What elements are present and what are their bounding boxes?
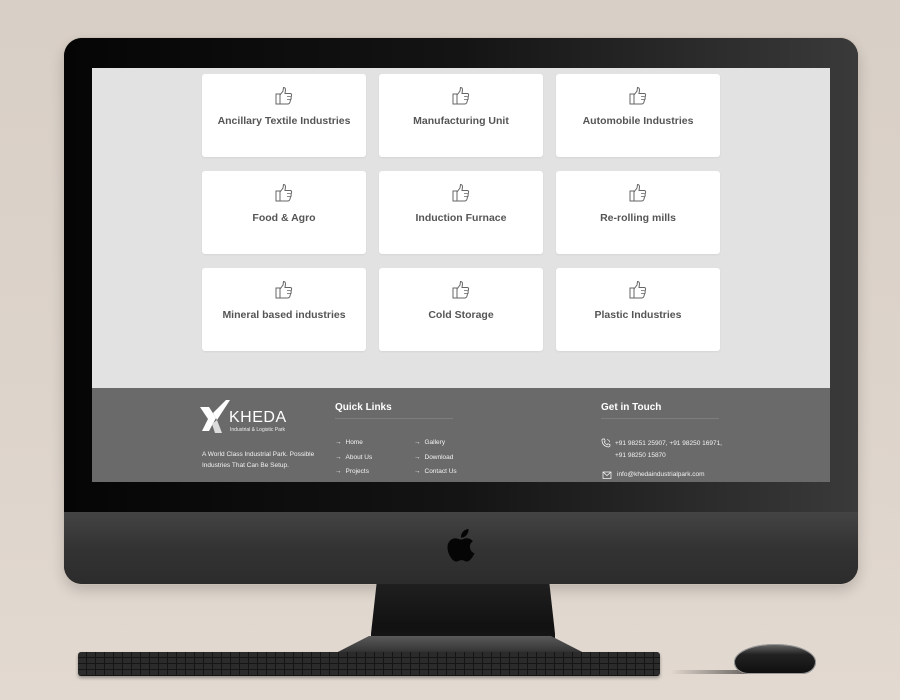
- get-in-touch-divider: [601, 418, 719, 419]
- get-in-touch-title: Get in Touch: [601, 402, 662, 413]
- thumbs-up-icon: [628, 86, 648, 106]
- industry-card[interactable]: Ancillary Textile Industries: [202, 74, 366, 157]
- thumbs-up-icon: [451, 280, 471, 300]
- email-icon: [602, 471, 612, 479]
- site-footer: KHEDA Industrial & Logistic Park A World…: [92, 388, 830, 482]
- imac-monitor: Ancillary Textile Industries Manufacturin…: [64, 38, 858, 584]
- quick-links-title: Quick Links: [335, 402, 392, 413]
- footer-link-about-us[interactable]: → About Us: [335, 454, 372, 461]
- industry-label: Mineral based industries: [222, 309, 346, 321]
- footer-link-home[interactable]: → Home: [335, 439, 363, 446]
- industry-label: Re-rolling mills: [600, 212, 676, 224]
- industry-label: Cold Storage: [428, 309, 494, 321]
- logo-name: KHEDA: [229, 409, 287, 426]
- kheda-logo[interactable]: KHEDA Industrial & Logistic Park: [200, 400, 295, 436]
- apple-logo-icon: [447, 529, 475, 562]
- arrow-right-icon: →: [335, 439, 342, 446]
- arrow-right-icon: →: [335, 454, 342, 461]
- footer-link-projects[interactable]: → Projects: [335, 468, 369, 475]
- thumbs-up-icon: [628, 183, 648, 203]
- industry-card[interactable]: Induction Furnace: [379, 171, 543, 254]
- industry-card[interactable]: Cold Storage: [379, 268, 543, 351]
- industry-card[interactable]: Automobile Industries: [556, 74, 720, 157]
- keyboard: [78, 652, 660, 676]
- industry-label: Automobile Industries: [582, 115, 694, 127]
- footer-link-contact-us[interactable]: → Contact Us: [414, 468, 457, 475]
- contact-email[interactable]: info@khedaindustrialpark.com: [617, 469, 705, 481]
- industries-grid: Ancillary Textile Industries Manufacturin…: [202, 74, 720, 351]
- footer-link-download[interactable]: → Download: [414, 454, 453, 461]
- thumbs-up-icon: [451, 183, 471, 203]
- thumbs-up-icon: [451, 86, 471, 106]
- footer-link-gallery[interactable]: → Gallery: [414, 439, 445, 446]
- thumbs-up-icon: [628, 280, 648, 300]
- arrow-right-icon: →: [335, 468, 342, 475]
- kheda-k-mark-icon: [200, 400, 230, 433]
- industry-label: Manufacturing Unit: [413, 115, 509, 127]
- industry-card[interactable]: Mineral based industries: [202, 268, 366, 351]
- thumbs-up-icon: [274, 86, 294, 106]
- arrow-right-icon: →: [414, 439, 421, 446]
- logo-subtitle: Industrial & Logistic Park: [230, 427, 286, 433]
- industry-card[interactable]: Food & Agro: [202, 171, 366, 254]
- industry-card[interactable]: Manufacturing Unit: [379, 74, 543, 157]
- thumbs-up-icon: [274, 280, 294, 300]
- contact-phone[interactable]: +91 98251 25907, +91 98250 16971, +91 98…: [615, 438, 722, 462]
- phone-icon: [601, 438, 611, 448]
- industry-label: Ancillary Textile Industries: [217, 115, 351, 127]
- industry-label: Plastic Industries: [594, 309, 682, 321]
- arrow-right-icon: →: [414, 454, 421, 461]
- industry-label: Induction Furnace: [415, 212, 507, 224]
- website-screen: Ancillary Textile Industries Manufacturin…: [92, 68, 830, 482]
- arrow-right-icon: →: [414, 468, 421, 475]
- industry-card[interactable]: Re-rolling mills: [556, 171, 720, 254]
- industry-card[interactable]: Plastic Industries: [556, 268, 720, 351]
- industry-label: Food & Agro: [252, 212, 316, 224]
- thumbs-up-icon: [274, 183, 294, 203]
- quick-links-divider: [335, 418, 453, 419]
- monitor-chin: [64, 512, 858, 584]
- magic-mouse: [734, 644, 816, 674]
- footer-tagline: A World Class Industrial Park. Possible …: [202, 451, 315, 469]
